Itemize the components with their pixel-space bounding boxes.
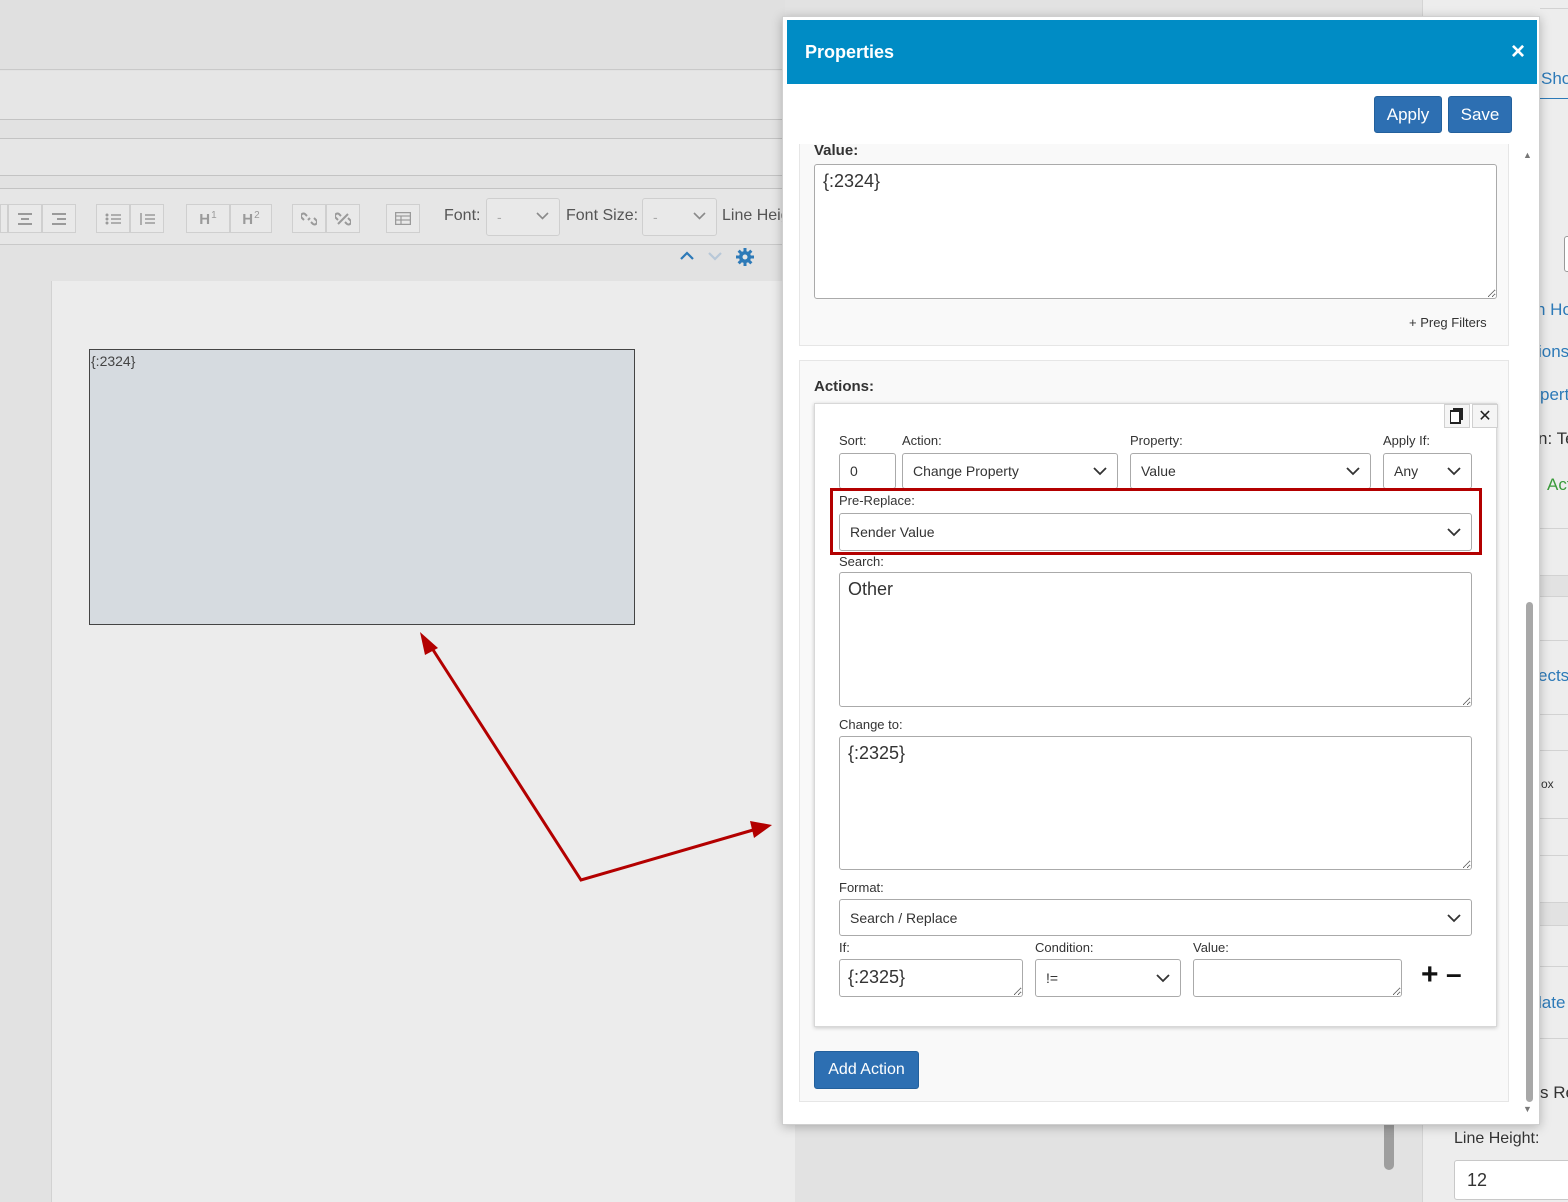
pre-replace-highlight bbox=[830, 488, 1482, 555]
save-button[interactable]: Save bbox=[1448, 96, 1512, 133]
right-panel-divider bbox=[1540, 1038, 1568, 1039]
chevron-down-icon bbox=[1447, 463, 1461, 479]
right-panel-unit: ox bbox=[1541, 777, 1554, 791]
modal-scrollbar-thumb[interactable] bbox=[1526, 602, 1533, 1102]
if-textarea[interactable]: {:2325} bbox=[839, 959, 1023, 997]
action-card: ✕ Sort: 0 Action: Change Property Proper… bbox=[814, 403, 1498, 1027]
apply-button[interactable]: Apply bbox=[1374, 96, 1442, 133]
right-panel-divider bbox=[1540, 818, 1568, 819]
right-panel-link[interactable]: pert bbox=[1540, 385, 1568, 405]
line-height-label: Line Height: bbox=[1454, 1130, 1540, 1147]
right-panel-divider bbox=[1540, 640, 1568, 641]
sort-input[interactable]: 0 bbox=[839, 453, 896, 489]
modal-header: Properties × bbox=[787, 20, 1537, 84]
minus-icon[interactable]: – bbox=[1446, 958, 1462, 990]
chevron-down-icon bbox=[1346, 463, 1360, 479]
right-panel-link[interactable]: ects bbox=[1538, 666, 1568, 686]
right-panel-input[interactable] bbox=[1564, 236, 1568, 272]
change-to-label: Change to: bbox=[839, 717, 903, 732]
format-label: Format: bbox=[839, 880, 884, 895]
copy-icon[interactable] bbox=[1444, 404, 1470, 428]
property-label: Property: bbox=[1130, 433, 1183, 448]
line-height-input-value: 12 bbox=[1467, 1170, 1488, 1190]
line-height-input[interactable]: 12 bbox=[1454, 1160, 1568, 1200]
condition-select[interactable]: != bbox=[1035, 959, 1181, 997]
if-label: If: bbox=[839, 940, 850, 955]
add-action-button[interactable]: Add Action bbox=[814, 1051, 919, 1089]
right-panel-divider bbox=[1540, 855, 1568, 856]
copy-icon-glyph bbox=[1450, 408, 1463, 424]
apply-if-select-value: Any bbox=[1394, 463, 1419, 479]
right-panel-link[interactable]: late bbox=[1538, 993, 1565, 1013]
chevron-down-icon bbox=[1447, 910, 1461, 926]
right-panel-label: n: Te bbox=[1538, 429, 1568, 448]
format-select[interactable]: Search / Replace bbox=[839, 899, 1472, 936]
right-panel-divider bbox=[1540, 966, 1568, 967]
apply-if-label: Apply If: bbox=[1383, 433, 1430, 448]
property-select[interactable]: Value bbox=[1130, 453, 1371, 489]
condition-select-value: != bbox=[1046, 970, 1059, 986]
background-scrollbar[interactable] bbox=[1384, 1120, 1394, 1170]
right-panel-divider bbox=[1540, 750, 1568, 751]
action-select-value: Change Property bbox=[913, 463, 1019, 479]
plus-icon[interactable]: + bbox=[1421, 958, 1439, 992]
right-panel-divider bbox=[1540, 8, 1568, 9]
scroll-down-arrow[interactable]: ▼ bbox=[1523, 1104, 1532, 1114]
property-select-value: Value bbox=[1141, 463, 1176, 479]
close-icon[interactable]: × bbox=[1511, 38, 1525, 66]
right-panel-band bbox=[1540, 902, 1568, 926]
value-textarea[interactable]: {:2324} bbox=[814, 164, 1497, 299]
right-panel-divider bbox=[1540, 98, 1568, 99]
condition-value-textarea[interactable] bbox=[1193, 959, 1402, 997]
change-to-textarea[interactable]: {:2325} bbox=[839, 736, 1472, 870]
condition-value-label: Value: bbox=[1193, 940, 1229, 955]
apply-if-select[interactable]: Any bbox=[1383, 453, 1472, 489]
search-textarea[interactable]: Other bbox=[839, 572, 1472, 707]
right-panel-link[interactable]: ions bbox=[1538, 342, 1568, 362]
scroll-up-arrow[interactable]: ▲ bbox=[1523, 150, 1532, 160]
chevron-down-icon bbox=[1156, 970, 1170, 986]
actions-label: Actions: bbox=[814, 378, 874, 395]
right-panel-status: Act bbox=[1547, 475, 1568, 494]
search-label: Search: bbox=[839, 554, 884, 569]
right-panel-divider bbox=[1540, 528, 1568, 529]
actions-section: Actions: ✕ Sort: 0 Action: Change Proper… bbox=[799, 360, 1509, 1102]
value-section: Value: {:2324} + Preg Filters bbox=[799, 144, 1509, 346]
right-panel-band bbox=[1540, 575, 1568, 597]
sort-input-value: 0 bbox=[850, 463, 858, 479]
properties-modal: Properties × Apply Save Value: {:2324} +… bbox=[782, 16, 1540, 1125]
right-panel-divider bbox=[1540, 714, 1568, 715]
right-panel-link[interactable]: Sho bbox=[1541, 69, 1568, 89]
modal-title: Properties bbox=[805, 42, 895, 62]
format-select-value: Search / Replace bbox=[850, 909, 958, 926]
action-label: Action: bbox=[902, 433, 942, 448]
preg-filters-link[interactable]: + Preg Filters bbox=[1409, 315, 1487, 330]
action-select[interactable]: Change Property bbox=[902, 453, 1118, 489]
condition-label: Condition: bbox=[1035, 940, 1094, 955]
modal-body: Value: {:2324} + Preg Filters Actions: ✕… bbox=[783, 144, 1541, 1126]
remove-action-icon[interactable]: ✕ bbox=[1472, 404, 1498, 428]
chevron-down-icon bbox=[1093, 463, 1107, 479]
value-label: Value: bbox=[814, 144, 859, 159]
sort-label: Sort: bbox=[839, 433, 867, 448]
right-panel-label: s Re bbox=[1540, 1083, 1568, 1102]
